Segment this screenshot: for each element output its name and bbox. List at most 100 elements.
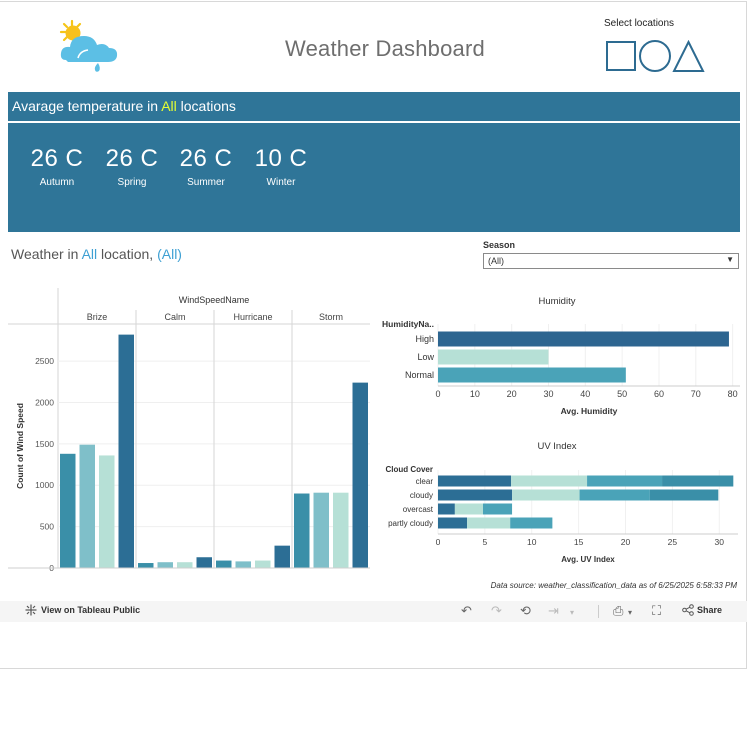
share-icon bbox=[682, 604, 694, 616]
uvChart-title: UV Index bbox=[537, 441, 576, 452]
tableau-logo-icon bbox=[25, 604, 37, 616]
uvChart-bar-segment bbox=[483, 503, 513, 515]
uvChart-x-tick: 5 bbox=[483, 537, 488, 547]
temp-summer: 26 C Summer bbox=[166, 145, 246, 188]
uvChart-bar-segment bbox=[587, 475, 663, 487]
wind-bar bbox=[216, 560, 232, 568]
temp-season-label: Summer bbox=[187, 177, 225, 188]
avg-temperature-banner: Avarage temperature in All locations bbox=[8, 92, 740, 121]
uvChart-bar-segment bbox=[467, 517, 511, 529]
redo-icon[interactable]: ↷ bbox=[491, 603, 502, 619]
humidityChart-x-tick: 70 bbox=[691, 389, 701, 399]
temp-value: 26 C bbox=[105, 145, 159, 172]
temp-banner-suffix: locations bbox=[180, 98, 236, 114]
humidityChart-x-axis-label: Avg. Humidity bbox=[561, 406, 618, 416]
tableau-toolbar: View on Tableau Public ↶ ↷ ⟲ ⇥ ▾ ⎙ ▾ ⛶ S… bbox=[0, 601, 747, 622]
wind-y-axis-label: Count of Wind Speed bbox=[15, 403, 25, 489]
wind-bar bbox=[118, 334, 134, 568]
circle-location-button[interactable] bbox=[639, 40, 671, 72]
triangle-location-button[interactable] bbox=[672, 40, 705, 73]
wind-bar bbox=[274, 545, 290, 568]
temp-season-label: Winter bbox=[266, 177, 296, 188]
wind-bar bbox=[157, 562, 173, 568]
wind-y-tick: 1000 bbox=[35, 480, 54, 490]
humidityChart-x-tick: 50 bbox=[617, 389, 627, 399]
humidityChart-row-header: HumidityNa.. bbox=[382, 319, 434, 329]
humidityChart-bar bbox=[438, 331, 729, 347]
wind-y-tick: 500 bbox=[40, 522, 54, 532]
view-on-tableau-link[interactable]: View on Tableau Public bbox=[25, 604, 140, 616]
humidityChart-row-label: Normal bbox=[405, 370, 434, 380]
top-rule bbox=[0, 1, 747, 2]
uvChart-bar-segment bbox=[438, 475, 512, 487]
temp-spring: 26 C Spring bbox=[92, 145, 172, 188]
weather-title-prefix: Weather in bbox=[11, 246, 79, 262]
temp-autumn: 26 C Autumn bbox=[17, 145, 97, 188]
share-label: Share bbox=[697, 605, 723, 615]
humidityChart-x-tick: 80 bbox=[728, 389, 738, 399]
uvChart-x-tick: 0 bbox=[436, 537, 441, 547]
temp-banner-highlight: All bbox=[161, 98, 177, 114]
uvChart-x-axis-label: Avg. UV Index bbox=[561, 555, 615, 564]
wind-bar bbox=[177, 562, 193, 568]
wind-speed-chart: WindSpeedName05001000150020002500Count o… bbox=[8, 288, 370, 572]
humidityChart-bar bbox=[438, 367, 626, 383]
refresh-icon[interactable]: ⇥ bbox=[548, 603, 559, 619]
uvChart-x-tick: 15 bbox=[574, 537, 584, 547]
wind-bar bbox=[99, 455, 115, 568]
uvChart-bar-segment bbox=[438, 503, 455, 515]
temp-season-label: Spring bbox=[117, 177, 147, 188]
select-locations-label: Select locations bbox=[604, 18, 675, 29]
humidityChart-row-label: Low bbox=[417, 352, 434, 362]
uvChart-row-label: clear bbox=[416, 477, 434, 486]
humidity-chart: Humidity HumidityNa.. 0 10 20 30 40 50 60 70 80 Hig… bbox=[382, 296, 740, 416]
revert-icon[interactable]: ⟲ bbox=[520, 603, 531, 619]
wind-bar bbox=[60, 453, 76, 568]
humidityChart-x-tick: 20 bbox=[507, 389, 517, 399]
uvChart-bar-segment bbox=[438, 489, 513, 501]
chevron-down-icon: ▼ bbox=[726, 255, 734, 264]
wind-y-tick: 1500 bbox=[35, 439, 54, 449]
temp-season-label: Autumn bbox=[39, 177, 75, 188]
wind-bar bbox=[79, 444, 95, 568]
uvChart-row-header: Cloud Cover bbox=[385, 465, 433, 474]
download-icon[interactable]: ⎙ bbox=[613, 603, 623, 619]
undo-icon[interactable]: ↶ bbox=[461, 603, 472, 619]
wind-bar bbox=[235, 561, 251, 568]
fullscreen-icon[interactable]: ⛶ bbox=[652, 603, 661, 619]
wind-bar bbox=[255, 560, 271, 568]
wind-column-header: WindSpeedName bbox=[179, 295, 250, 305]
humidityChart-x-tick: 0 bbox=[435, 389, 440, 399]
humidityChart-bar bbox=[438, 349, 549, 365]
refresh-dropdown-icon[interactable]: ▾ bbox=[570, 605, 574, 621]
share-button[interactable]: Share bbox=[682, 604, 722, 616]
wind-bar bbox=[313, 492, 329, 568]
weather-title-location: All bbox=[81, 246, 98, 262]
humidityChart-x-tick: 30 bbox=[543, 389, 553, 399]
uvChart-bar-segment bbox=[510, 517, 553, 529]
wind-bar bbox=[196, 557, 212, 568]
weather-title-middle: location, bbox=[101, 246, 154, 262]
download-dropdown-icon[interactable]: ▾ bbox=[628, 605, 632, 621]
wind-bar bbox=[333, 492, 349, 568]
uvChart-x-tick: 20 bbox=[621, 537, 631, 547]
uvChart-bar-segment bbox=[579, 489, 650, 501]
uvChart-x-tick: 25 bbox=[668, 537, 678, 547]
wind-category-label: Brize bbox=[87, 312, 108, 322]
uvChart-bar-segment bbox=[649, 489, 719, 501]
weather-title-season: (All) bbox=[157, 246, 182, 262]
weather-logo-icon bbox=[59, 19, 118, 72]
data-source-note: Data source: weather_classification_data… bbox=[490, 581, 737, 590]
wind-category-label: Calm bbox=[164, 312, 185, 322]
temp-value: 26 C bbox=[30, 145, 84, 172]
season-filter-label: Season bbox=[483, 240, 516, 250]
wind-bar bbox=[294, 493, 310, 568]
temp-value: 10 C bbox=[254, 145, 308, 172]
uvChart-x-tick: 10 bbox=[527, 537, 537, 547]
square-location-button[interactable] bbox=[606, 41, 636, 71]
season-dropdown[interactable]: (All) ▼ bbox=[483, 253, 739, 269]
wind-y-tick: 2500 bbox=[35, 356, 54, 366]
uvChart-bar-segment bbox=[454, 503, 483, 515]
temp-value: 26 C bbox=[179, 145, 233, 172]
uvChart-bar-segment bbox=[512, 489, 580, 501]
